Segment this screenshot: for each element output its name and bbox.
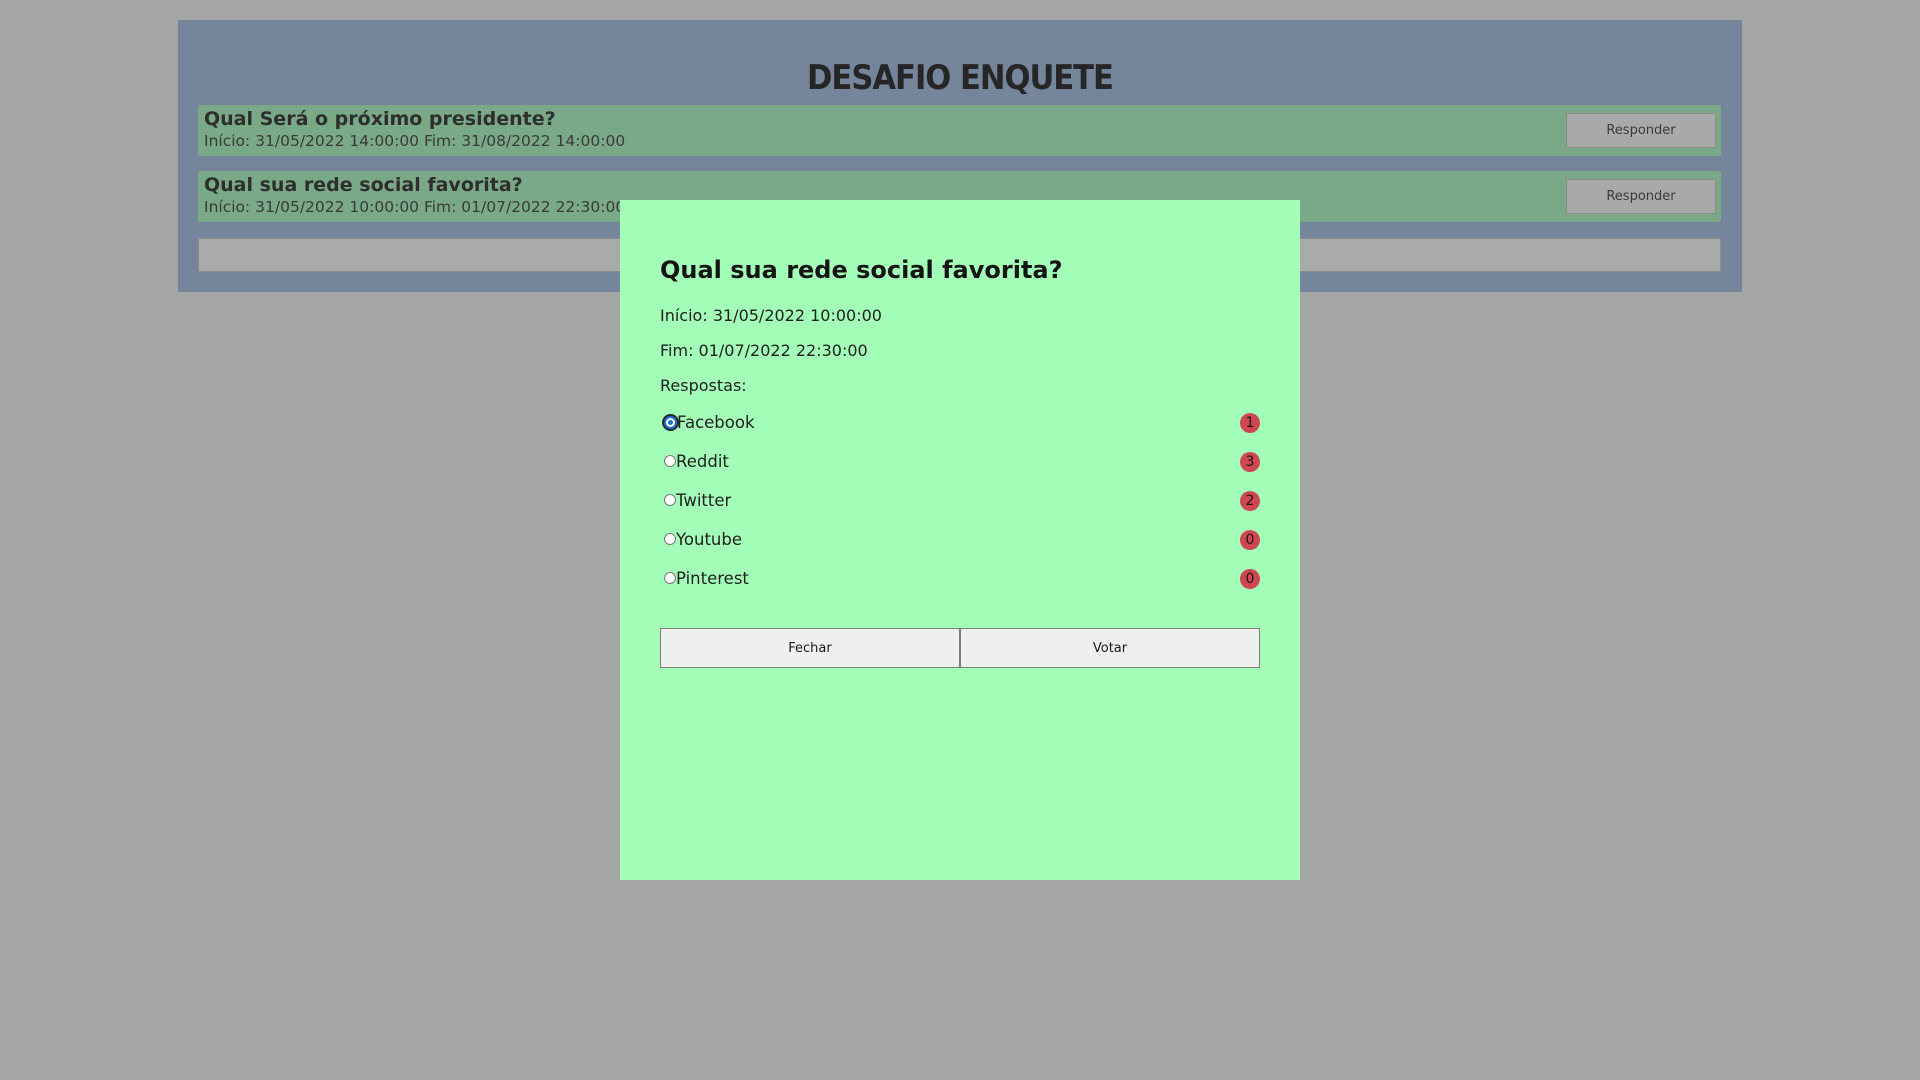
answers-label: Respostas: xyxy=(660,376,747,395)
app-title: DESAFIO ENQUETE xyxy=(807,58,1114,98)
answer-option[interactable]: Youtube 0 xyxy=(660,525,1260,553)
poll-question: Qual sua rede social favorita? xyxy=(204,174,523,196)
poll-question: Qual Será o próximo presidente? xyxy=(204,108,556,130)
radio-button[interactable] xyxy=(664,455,676,467)
modal-title: Qual sua rede social favorita? xyxy=(660,256,1063,284)
radio-button[interactable] xyxy=(664,494,676,506)
modal-start-date: Início: 31/05/2022 10:00:00 xyxy=(660,306,882,325)
close-button[interactable]: Fechar xyxy=(660,628,960,668)
answer-option[interactable]: Pinterest 0 xyxy=(660,564,1260,592)
responder-button[interactable]: Responder xyxy=(1566,113,1716,148)
answer-label[interactable]: Youtube xyxy=(676,530,742,549)
responder-button[interactable]: Responder xyxy=(1566,179,1716,214)
answer-option[interactable]: Facebook 1 xyxy=(660,408,1260,436)
answer-option[interactable]: Reddit 3 xyxy=(660,447,1260,475)
vote-button[interactable]: Votar xyxy=(960,628,1260,668)
poll-row: Qual Será o próximo presidente? Início: … xyxy=(198,105,1721,156)
vote-count-badge: 2 xyxy=(1240,491,1260,511)
answer-option[interactable]: Twitter 2 xyxy=(660,486,1260,514)
radio-button[interactable] xyxy=(664,415,677,429)
vote-count-badge: 0 xyxy=(1240,569,1260,589)
answer-label[interactable]: Twitter xyxy=(676,491,731,510)
answer-label[interactable]: Reddit xyxy=(676,452,729,471)
radio-button[interactable] xyxy=(664,533,676,545)
vote-count-badge: 1 xyxy=(1240,413,1260,433)
answer-label[interactable]: Pinterest xyxy=(676,569,749,588)
poll-dates: Início: 31/05/2022 14:00:00 Fim: 31/08/2… xyxy=(204,132,626,150)
poll-modal: Qual sua rede social favorita? Início: 3… xyxy=(620,200,1300,880)
poll-dates: Início: 31/05/2022 10:00:00 Fim: 01/07/2… xyxy=(204,198,626,216)
answer-label[interactable]: Facebook xyxy=(677,413,755,432)
vote-count-badge: 3 xyxy=(1240,452,1260,472)
vote-count-badge: 0 xyxy=(1240,530,1260,550)
radio-button[interactable] xyxy=(664,572,676,584)
modal-end-date: Fim: 01/07/2022 22:30:00 xyxy=(660,341,868,360)
